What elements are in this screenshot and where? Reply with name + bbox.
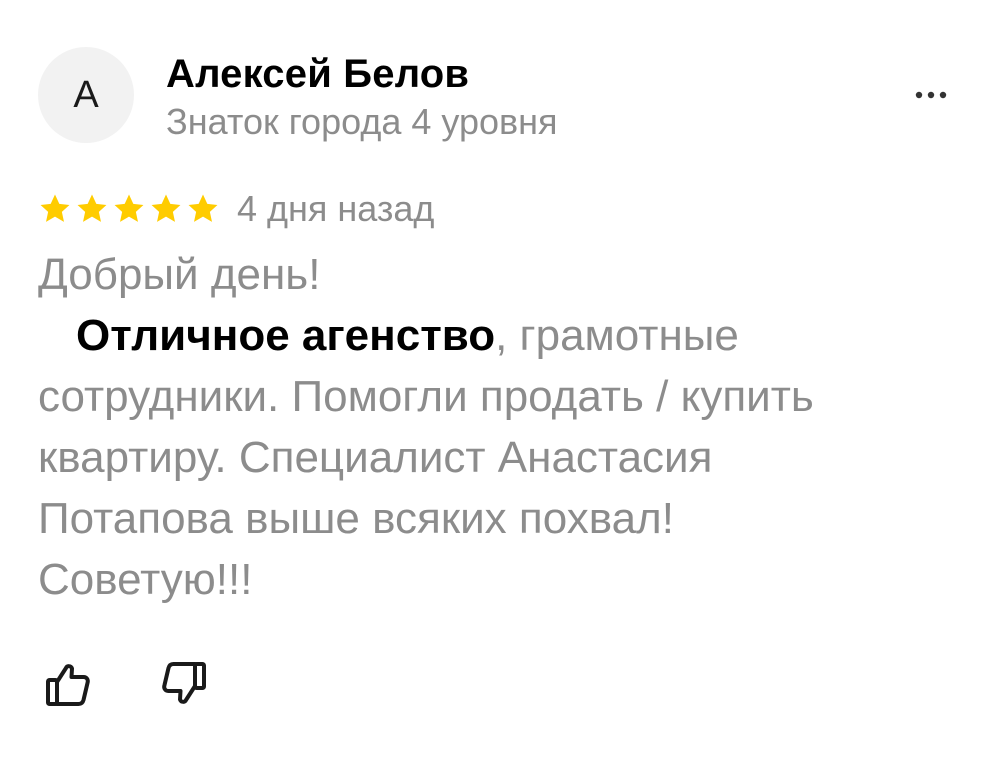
more-options-button[interactable] [906, 80, 956, 110]
review-text: Добрый день! Отличное агенство, грамотны… [38, 244, 978, 610]
review-line-3: сотрудники. Помогли продать / купить [38, 372, 814, 421]
review-greeting: Добрый день! [38, 250, 321, 299]
star-filled-icon [112, 192, 146, 226]
review-line-5: Потапова выше всяких похвал! [38, 494, 674, 543]
review-line-2: Отличное агенство, грамотные [38, 305, 978, 366]
like-button[interactable] [44, 660, 92, 708]
review-date: 4 дня назад [237, 188, 435, 229]
avatar[interactable]: А [38, 47, 134, 143]
avatar-letter: А [73, 73, 99, 116]
rating-row: 4 дня назад [38, 186, 434, 232]
thumbs-up-icon [46, 664, 90, 706]
review-line-6: Советую!!! [38, 555, 253, 604]
dislike-button[interactable] [160, 660, 208, 708]
author-level: Знаток города 4 уровня [166, 101, 558, 142]
review-highlight: Отличное агенство [76, 311, 496, 360]
review-after-highlight: , грамотные [495, 311, 739, 360]
star-rating [38, 192, 220, 226]
review-line-4: квартиру. Специалист Анастасия [38, 433, 713, 482]
star-filled-icon [38, 192, 72, 226]
star-filled-icon [186, 192, 220, 226]
thumbs-down-icon [162, 662, 206, 704]
author-name[interactable]: Алексей Белов [166, 50, 469, 98]
star-filled-icon [75, 192, 109, 226]
star-filled-icon [149, 192, 183, 226]
more-dots-icon [915, 91, 947, 99]
